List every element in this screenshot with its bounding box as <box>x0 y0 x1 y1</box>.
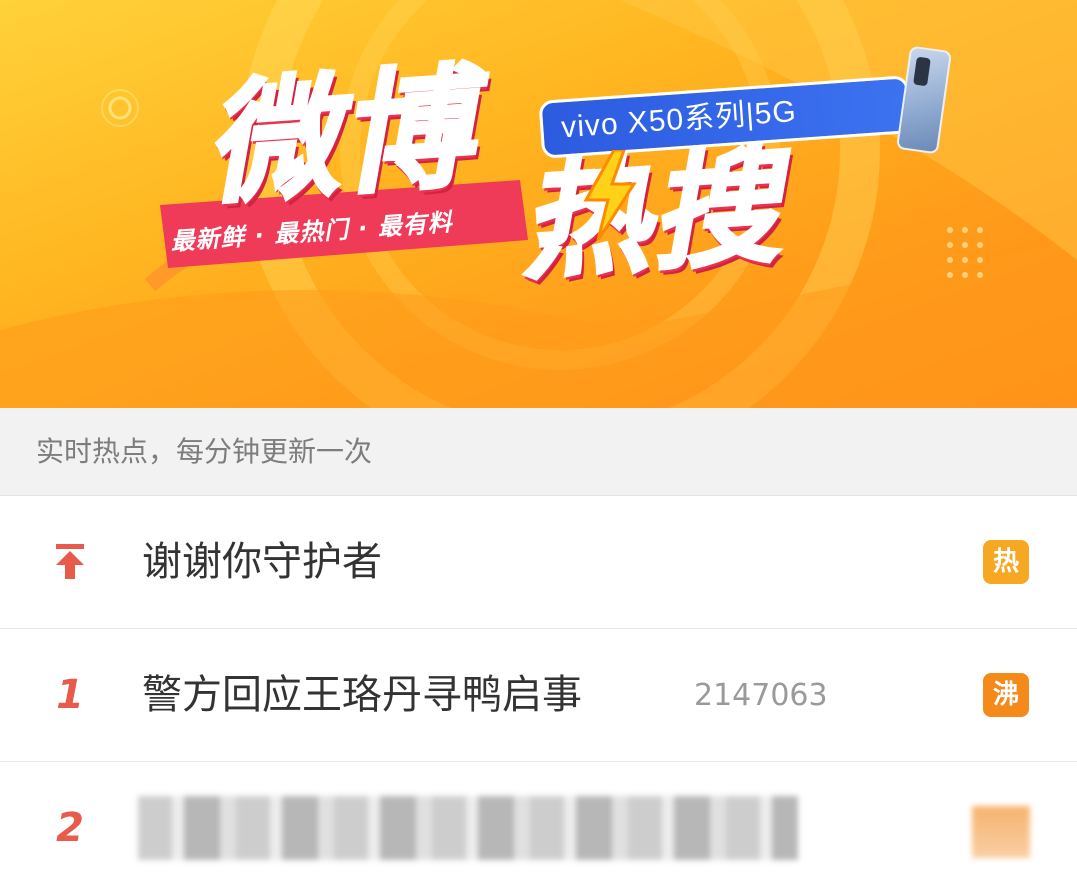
hot-search-banner[interactable]: 微博 热搜 最新鲜 · 最热门 · 最有料 vivo X50系列|5G <box>0 0 1077 408</box>
banner-title-weibo: 微博 <box>198 49 479 224</box>
blurred-list-item-title[interactable] <box>138 796 798 860</box>
heat-count: 2147063 <box>694 678 828 713</box>
realtime-update-notice: 实时热点，每分钟更新一次 <box>0 408 1077 496</box>
list-item[interactable]: 1 警方回应王珞丹寻鸭启事 2147063 沸 <box>0 629 1077 762</box>
phone-illustration-icon <box>895 45 953 155</box>
list-item[interactable]: 谢谢你守护者 热 <box>0 496 1077 629</box>
banner-title-resou: 热搜 <box>514 130 787 300</box>
list-item-title[interactable]: 谢谢你守护者 <box>142 496 382 629</box>
list-item-title[interactable]: 警方回应王珞丹寻鸭启事 <box>142 629 582 762</box>
banner-title-group: 微博 热搜 最新鲜 · 最热门 · 最有料 vivo X50系列|5G <box>0 0 1077 408</box>
rank-number: 2 <box>56 805 84 851</box>
pinned-top-icon <box>56 544 84 579</box>
boil-badge: 沸 <box>983 673 1029 717</box>
lightning-bolt-icon <box>583 150 637 240</box>
hot-badge: 热 <box>983 540 1029 584</box>
blurred-badge <box>972 806 1030 858</box>
rank-number: 1 <box>56 672 84 718</box>
hot-search-list: 谢谢你守护者 热 1 警方回应王珞丹寻鸭启事 2147063 沸 <box>0 496 1077 762</box>
